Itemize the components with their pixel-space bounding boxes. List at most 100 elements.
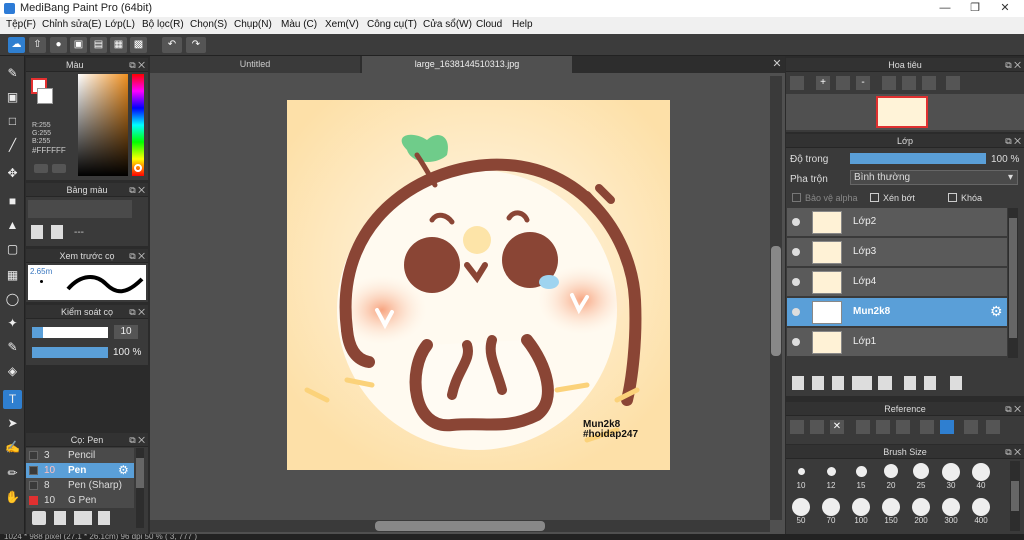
bucket-tool-icon[interactable]: ▲	[3, 216, 22, 235]
brush-size-option[interactable]: 70	[816, 498, 846, 525]
brush-size-option[interactable]: 200	[906, 498, 936, 525]
lasso-tool-icon[interactable]: ◯	[3, 290, 22, 309]
document-icon[interactable]: ▤	[90, 37, 107, 53]
duplicate-layer-icon[interactable]	[904, 376, 916, 390]
gear-icon[interactable]: ⚙	[990, 303, 1003, 320]
color-mode-button[interactable]	[34, 164, 48, 173]
menu-edit[interactable]: Chỉnh sửa(E)	[42, 19, 102, 30]
select-pen-tool-icon[interactable]: ✎	[3, 338, 22, 357]
brush-size-option[interactable]: 10	[786, 463, 816, 490]
background-color-swatch[interactable]	[37, 88, 53, 104]
brush-size-option[interactable]: 15	[846, 463, 876, 490]
brush-settings-icon[interactable]	[98, 511, 110, 525]
brush-item[interactable]: 8 Pen (Sharp)	[26, 478, 134, 493]
brush-opacity-slider[interactable]	[32, 347, 108, 358]
layer-row[interactable]: Lớp3	[787, 238, 1007, 267]
fullscreen-icon[interactable]	[986, 420, 1000, 434]
brush-size-option[interactable]: 50	[786, 498, 816, 525]
dropper-tool-icon[interactable]: ✍	[3, 438, 22, 457]
rectangle-tool-icon[interactable]: □	[3, 112, 22, 131]
close-button[interactable]: ✕	[990, 0, 1020, 17]
upload-icon[interactable]: ⇧	[29, 37, 46, 53]
maximize-button[interactable]: ❐	[960, 0, 990, 17]
fill-rect-tool-icon[interactable]: ■	[3, 192, 22, 211]
rotate-right-icon[interactable]	[922, 76, 936, 90]
select-eraser-tool-icon[interactable]: ◈	[3, 362, 22, 381]
minimize-button[interactable]: —	[930, 0, 960, 17]
brush-size-option[interactable]: 40	[966, 463, 996, 490]
brush-size-option[interactable]: 100	[846, 498, 876, 525]
flip-icon[interactable]	[946, 76, 960, 90]
brush-size-option[interactable]: 20	[876, 463, 906, 490]
comment-icon[interactable]: ●	[50, 37, 67, 53]
menu-filter[interactable]: Bộ lọc(R)	[142, 19, 184, 30]
brush-size-option[interactable]: 400	[966, 498, 996, 525]
expand-icon[interactable]	[964, 420, 978, 434]
eyedropper-tool-icon[interactable]: ✏	[3, 464, 22, 483]
layer-menu-icon[interactable]	[852, 376, 872, 390]
zoom-fit-icon[interactable]	[790, 76, 804, 90]
palette-area[interactable]	[28, 200, 132, 218]
hand-tool-icon[interactable]: ✋	[3, 488, 22, 507]
eye-icon[interactable]	[792, 338, 800, 346]
canvas-vertical-scrollbar[interactable]	[770, 76, 782, 520]
color-saturation-box[interactable]	[78, 74, 128, 176]
line-tool-icon[interactable]: ╱	[3, 136, 22, 155]
new-halftone-layer-icon[interactable]	[812, 376, 824, 390]
panel-close-icon[interactable]: ⧉ ✕	[1005, 134, 1021, 148]
brush-size-option[interactable]: 300	[936, 498, 966, 525]
brush-size-scrollbar[interactable]	[1010, 461, 1020, 531]
hue-slider[interactable]	[132, 74, 144, 176]
brush-menu-icon[interactable]	[74, 511, 92, 525]
zoom-in-icon[interactable]: +	[816, 76, 830, 90]
brush-list-scrollbar[interactable]	[136, 448, 144, 528]
new-brush-icon[interactable]	[54, 511, 66, 525]
panel-close-icon[interactable]: ⧉ ✕	[129, 183, 145, 197]
close-icon[interactable]: ✕	[830, 420, 844, 434]
layer-row-selected[interactable]: Mun2k8 ⚙	[787, 298, 1007, 327]
panel-close-icon[interactable]: ⧉ ✕	[129, 433, 145, 447]
operation-tool-icon[interactable]: ➤	[3, 414, 22, 433]
brush-tool-icon[interactable]: ✎	[3, 64, 22, 83]
eye-icon[interactable]	[792, 218, 800, 226]
layer-list-scrollbar[interactable]	[1008, 208, 1018, 358]
grid-icon[interactable]: ▩	[130, 37, 147, 53]
eraser-tool-icon[interactable]: ▣	[3, 88, 22, 107]
zoom-out-icon[interactable]	[896, 420, 910, 434]
select-tool-icon[interactable]: ▦	[3, 266, 22, 285]
brush-item[interactable]: 10 G Pen	[26, 493, 134, 508]
brush-size-option[interactable]: 30	[936, 463, 966, 490]
brush-item[interactable]: 3 Pencil	[26, 448, 134, 463]
brush-size-option[interactable]: 25	[906, 463, 936, 490]
brush-item-selected[interactable]: 10 Pen ⚙	[26, 463, 134, 478]
menu-window[interactable]: Cửa sổ(W)	[423, 19, 472, 30]
fit-window-icon[interactable]	[836, 76, 850, 90]
hue-handle[interactable]	[134, 164, 142, 172]
folder-icon[interactable]	[878, 376, 892, 390]
panel-close-icon[interactable]: ⧉ ✕	[129, 249, 145, 263]
reset-rotation-icon[interactable]	[902, 76, 916, 90]
tab-close-icon[interactable]: ✕	[770, 56, 784, 73]
text-tool-icon[interactable]: T	[3, 390, 22, 409]
blend-mode-select[interactable]: Bình thường ▾	[850, 170, 1018, 185]
rotate-left-icon[interactable]	[882, 76, 896, 90]
new-8bit-layer-icon[interactable]	[832, 376, 844, 390]
menu-cloud[interactable]: Cloud	[476, 19, 502, 30]
redo-icon[interactable]: ↷	[186, 37, 206, 53]
menu-layer[interactable]: Lớp(L)	[105, 19, 135, 30]
lock-checkbox[interactable]	[948, 193, 957, 202]
layer-row[interactable]: Lớp4	[787, 268, 1007, 297]
menu-tools[interactable]: Công cụ(T)	[367, 19, 417, 30]
eye-icon[interactable]	[792, 278, 800, 286]
eye-icon[interactable]	[792, 308, 800, 316]
zoom-in-icon[interactable]	[856, 420, 870, 434]
chat-icon[interactable]: ▣	[70, 37, 87, 53]
palette-select[interactable]: ---	[74, 227, 84, 238]
menu-select[interactable]: Chọn(S)	[190, 19, 227, 30]
delete-palette-icon[interactable]	[51, 225, 63, 239]
zoom-out-icon[interactable]: -	[856, 76, 870, 90]
brush-size-value[interactable]: 10	[114, 325, 138, 339]
gear-icon[interactable]: ⚙	[118, 463, 129, 477]
artwork-canvas[interactable]: Mun2k8 #hoidap247	[287, 100, 670, 470]
fit-window-icon[interactable]	[876, 420, 890, 434]
